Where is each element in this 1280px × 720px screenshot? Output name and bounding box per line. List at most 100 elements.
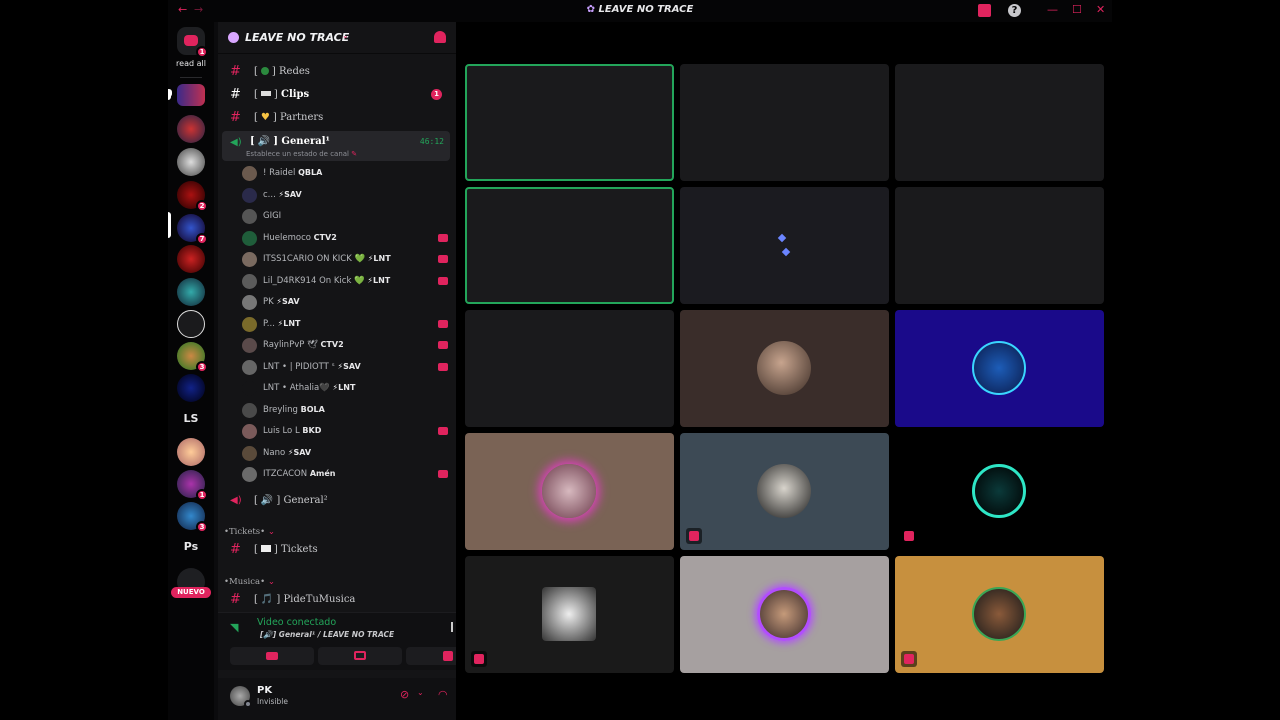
- user-name[interactable]: PK: [257, 685, 272, 696]
- close-button[interactable]: ✕: [1096, 3, 1105, 16]
- participant-tile[interactable]: [895, 64, 1104, 181]
- muted-icon: [471, 651, 487, 667]
- avatar: [972, 464, 1026, 518]
- voice-user[interactable]: LNT • Athalia🖤 ⚡LNT: [242, 379, 450, 399]
- server-icon[interactable]: [177, 84, 205, 106]
- voice-user[interactable]: c... ⚡SAV: [242, 186, 450, 206]
- avatar: [242, 209, 257, 224]
- voice-status[interactable]: Video conectado: [257, 617, 336, 628]
- server-header[interactable]: LEAVE NO TRACE ⌄: [218, 22, 456, 54]
- user-display-name: Breyling: [263, 404, 298, 415]
- user-tag: ⚡LNT: [367, 275, 391, 285]
- server-text-icon[interactable]: Ps: [168, 540, 214, 553]
- participant-tile[interactable]: [895, 187, 1104, 304]
- screen-share-icon: [354, 651, 366, 660]
- participant-tile[interactable]: [895, 310, 1104, 427]
- participant-tile[interactable]: [465, 187, 674, 304]
- voice-user-name: ITSS1CARIO ON KICK 💚 ⚡LNT: [263, 254, 391, 264]
- voice-user[interactable]: ITSS1CARIO ON KICK 💚 ⚡LNT: [242, 250, 450, 270]
- participant-tile[interactable]: [680, 433, 889, 550]
- voice-channel-line[interactable]: [🔊] General¹ / LEAVE NO TRACE: [260, 630, 394, 639]
- participant-tile[interactable]: [895, 556, 1104, 673]
- channel-label: Tickets: [281, 544, 318, 555]
- voice-user[interactable]: Luis Lo L BKD: [242, 422, 450, 442]
- server-icon[interactable]: [177, 245, 205, 273]
- headphones-icon[interactable]: ◠: [438, 688, 448, 701]
- category-musica[interactable]: •Musica• ⌄: [224, 577, 275, 587]
- voice-user[interactable]: Breyling BOLA: [242, 401, 450, 421]
- voice-user[interactable]: ! Raidel QBLA: [242, 164, 450, 184]
- participant-tile[interactable]: [680, 187, 889, 304]
- participant-tile[interactable]: [465, 310, 674, 427]
- server-icon[interactable]: [177, 278, 205, 306]
- server-icon[interactable]: 1: [177, 470, 208, 501]
- window-title: ✿ LEAVE NO TRACE: [586, 4, 694, 15]
- voice-user[interactable]: Nano ⚡SAV: [242, 444, 450, 464]
- video-icon: [438, 319, 448, 328]
- user-display-name: GIGI: [263, 211, 282, 221]
- channel-status-prompt[interactable]: Establece un estado de canal ✎: [246, 150, 357, 158]
- avatar: [242, 424, 257, 439]
- server-text-icon[interactable]: LS: [168, 412, 214, 425]
- voice-user[interactable]: LNT • | PIDIOTT ˢ ⚡SAV: [242, 358, 450, 378]
- server-icon[interactable]: [177, 438, 205, 466]
- category-tickets[interactable]: •Tickets• ⌄: [224, 527, 275, 537]
- voice-user-name: Luis Lo L BKD: [263, 426, 321, 436]
- participant-tile[interactable]: [680, 556, 889, 673]
- participant-tile[interactable]: [680, 64, 889, 181]
- mail-icon: [260, 545, 271, 552]
- maximize-button[interactable]: ☐: [1072, 3, 1082, 16]
- participant-tile[interactable]: [680, 310, 889, 427]
- participant-tile[interactable]: [465, 556, 674, 673]
- voice-user[interactable]: Lil_D4RK914 On Kick 💚 ⚡LNT: [242, 272, 450, 292]
- avatar: [242, 402, 257, 418]
- minimize-button[interactable]: —: [1047, 3, 1058, 16]
- speaker-icon: ◀): [230, 495, 242, 506]
- dm-home-button[interactable]: 1: [177, 27, 208, 58]
- channel-label: General²: [283, 495, 328, 506]
- signal-icon: ◥: [230, 621, 239, 634]
- voice-user-name: Lil_D4RK914 On Kick 💚 ⚡LNT: [263, 276, 390, 286]
- server-icon[interactable]: 3: [177, 502, 208, 533]
- server-icon[interactable]: [177, 374, 205, 402]
- unread-badge: 1: [431, 89, 442, 100]
- channel-clips[interactable]: # [] Clips 1: [168, 85, 450, 105]
- voice-user[interactable]: Huelemoco CTV2: [242, 229, 450, 249]
- muted-icon: [686, 528, 702, 544]
- channel-tickets[interactable]: # [] Tickets: [222, 540, 450, 560]
- voice-user[interactable]: ITZCACON Amén: [242, 465, 450, 485]
- server-icon[interactable]: [177, 115, 205, 143]
- voice-user[interactable]: PK ⚡SAV: [242, 293, 450, 313]
- participant-tile[interactable]: [465, 433, 674, 550]
- camera-button[interactable]: [230, 647, 314, 665]
- user-tag: BOLA: [300, 404, 325, 414]
- server-icon[interactable]: [177, 310, 205, 338]
- voice-user-name: RaylinPvP 🕊 CTV2: [263, 340, 344, 350]
- inbox-icon[interactable]: [978, 4, 991, 17]
- hash-icon: #: [230, 87, 241, 102]
- screen-share-button[interactable]: [318, 647, 402, 665]
- add-member-icon[interactable]: [434, 31, 446, 43]
- server-icon[interactable]: [177, 148, 205, 176]
- mic-muted-icon[interactable]: ⊘: [400, 688, 409, 701]
- volume-icon: 🔊: [260, 495, 274, 506]
- server-icon-selected[interactable]: 7: [177, 214, 208, 245]
- voice-user[interactable]: RaylinPvP 🕊 CTV2: [242, 336, 450, 356]
- voice-channel-general2[interactable]: ◀) [🔊] General²: [222, 491, 450, 511]
- chevron-down-icon[interactable]: ⌄: [417, 688, 424, 697]
- help-icon[interactable]: ?: [1008, 4, 1021, 17]
- voice-channel-general1[interactable]: ◀) [🔊] General¹ 46:12 Establece un estad…: [222, 131, 450, 161]
- read-all-button[interactable]: read all: [168, 59, 214, 68]
- server-icon[interactable]: 3: [177, 342, 208, 373]
- channel-pidetumusica[interactable]: # [🎵] PideTuMusica: [222, 590, 450, 610]
- channel-label: Partners: [279, 112, 324, 123]
- voice-user[interactable]: GIGI: [242, 207, 450, 227]
- channel-redes[interactable]: # [] Redes: [222, 62, 450, 82]
- participant-tile[interactable]: [465, 64, 674, 181]
- loading-icon: [781, 247, 791, 257]
- participant-tile[interactable]: [895, 433, 1104, 550]
- voice-user[interactable]: P... ⚡LNT: [242, 315, 450, 335]
- server-badge: 7: [196, 233, 208, 245]
- channel-partners[interactable]: # [♥] Partners: [222, 108, 450, 128]
- server-icon[interactable]: 2: [177, 181, 208, 212]
